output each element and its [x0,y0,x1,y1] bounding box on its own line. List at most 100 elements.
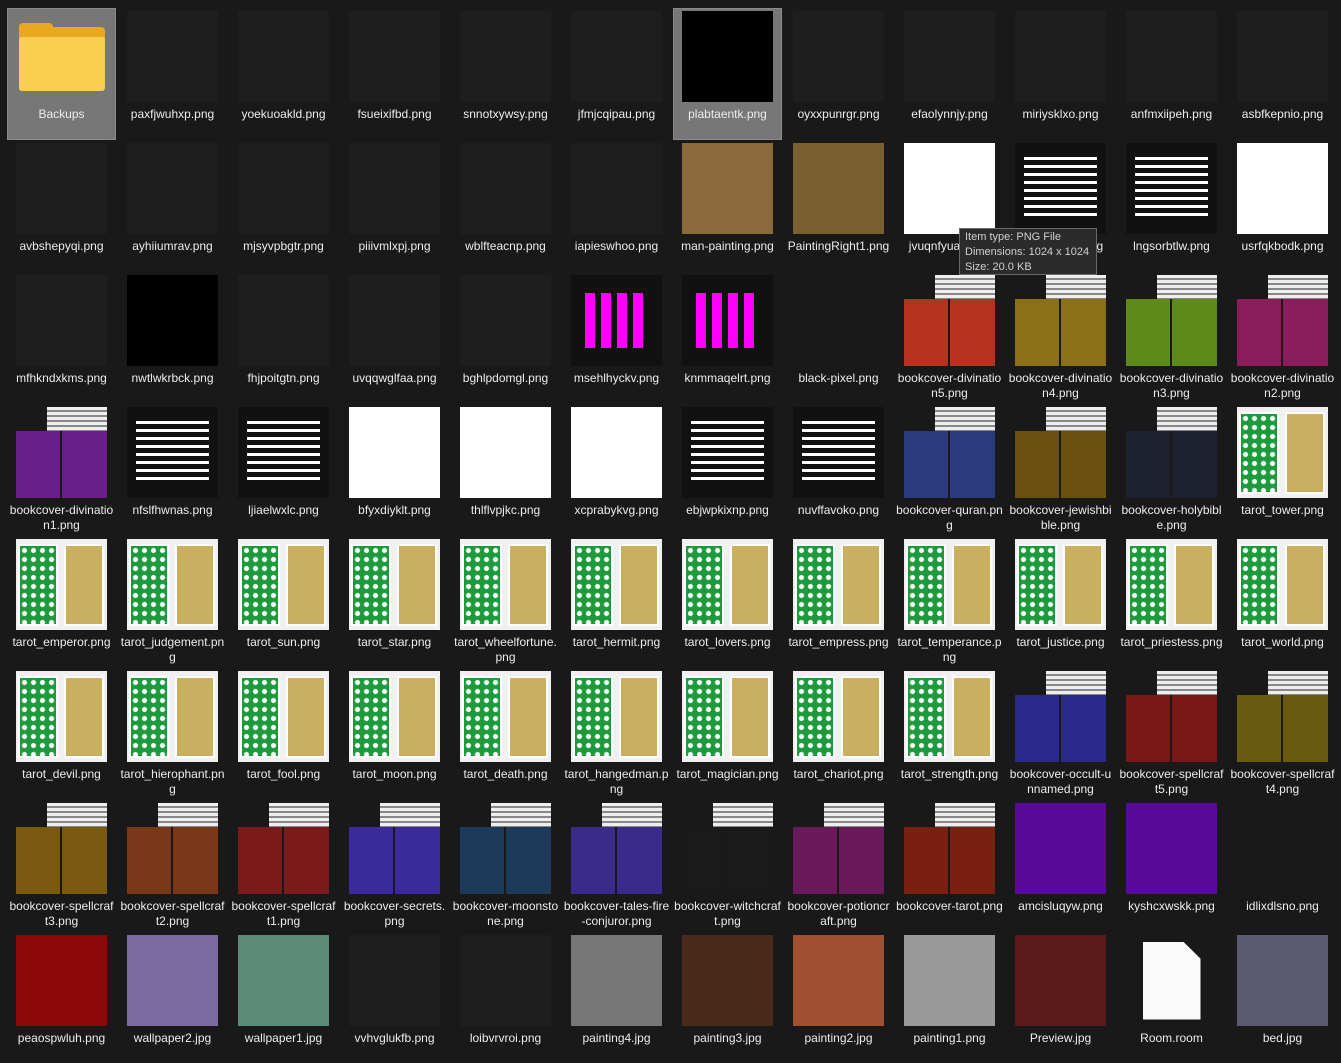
file-item[interactable]: bookcover-spellcraft1.png [230,801,337,931]
file-item[interactable]: bookcover-occult-unnamed.png [1007,669,1114,799]
file-item[interactable]: painting2.jpg [785,933,892,1063]
file-item[interactable]: Preview.jpg [1007,933,1114,1063]
file-item[interactable]: tarot_emperor.png [8,537,115,667]
file-item[interactable]: nuvffavoko.png [785,405,892,535]
file-item[interactable]: ljiaelwxlc.png [230,405,337,535]
file-item[interactable]: tarot_sun.png [230,537,337,667]
file-item[interactable]: tarot_devil.png [8,669,115,799]
file-item[interactable]: mfhkndxkms.png [8,273,115,403]
file-item[interactable]: peaospwluh.png [8,933,115,1063]
file-item[interactable]: iapieswhoo.png [563,141,670,271]
file-item[interactable]: tarot_death.png [452,669,559,799]
file-item[interactable]: tarot_justice.png [1007,537,1114,667]
file-item[interactable]: bookcover-spellcraft3.png [8,801,115,931]
file-item[interactable]: man-painting.png [674,141,781,271]
file-item[interactable]: yoekuoakld.png [230,9,337,139]
file-item[interactable]: tarot_star.png [341,537,448,667]
file-item[interactable]: bookcover-divination2.png [1229,273,1336,403]
file-item[interactable]: tarot_tower.png [1229,405,1336,535]
file-item[interactable]: tarot_moon.png [341,669,448,799]
file-item[interactable]: bookcover-secrets.png [341,801,448,931]
file-item[interactable]: bookcover-tarot.png [896,801,1003,931]
file-item[interactable]: tarot_temperance.png [896,537,1003,667]
file-item[interactable]: kyshcxwskk.png [1118,801,1225,931]
file-item[interactable]: bookcover-moonstone.png [452,801,559,931]
file-item[interactable]: piiivmlxpj.png [341,141,448,271]
file-thumbnail [460,143,551,234]
file-item[interactable]: tarot_empress.png [785,537,892,667]
file-item[interactable]: fhjpoitgtn.png [230,273,337,403]
file-item[interactable]: miriysklxo.png [1007,9,1114,139]
file-item[interactable]: bookcover-spellcraft4.png [1229,669,1336,799]
file-item[interactable]: bookcover-potioncraft.png [785,801,892,931]
file-item[interactable]: jfmjcqipau.png [563,9,670,139]
file-item[interactable]: mjsyvpbgtr.png [230,141,337,271]
file-item[interactable]: bookcover-holybible.png [1118,405,1225,535]
file-item[interactable]: bghlpdomgl.png [452,273,559,403]
file-item[interactable]: bookcover-divination1.png [8,405,115,535]
file-item[interactable]: paxfjwuhxp.png [119,9,226,139]
file-item[interactable]: avbshepyqi.png [8,141,115,271]
file-item[interactable]: fsueixifbd.png [341,9,448,139]
file-item[interactable]: msehlhyckv.png [563,273,670,403]
file-item[interactable]: ayhiiumrav.png [119,141,226,271]
file-item[interactable]: anfmxiipeh.png [1118,9,1225,139]
file-name: miriysklxo.png [1022,107,1099,121]
file-item[interactable]: bookcover-spellcraft2.png [119,801,226,931]
file-item[interactable]: bookcover-spellcraft5.png [1118,669,1225,799]
file-item[interactable]: bookcover-divination3.png [1118,273,1225,403]
file-name: efaolynnjy.png [911,107,988,121]
file-item[interactable]: tarot_strength.png [896,669,1003,799]
file-item[interactable]: uvqqwglfaa.png [341,273,448,403]
file-thumbnail [682,11,773,102]
file-item[interactable]: tarot_lovers.png [674,537,781,667]
file-item[interactable]: painting3.jpg [674,933,781,1063]
file-item[interactable]: painting4.jpg [563,933,670,1063]
file-item[interactable]: vvhvglukfb.png [341,933,448,1063]
file-item[interactable]: amcisluqyw.png [1007,801,1114,931]
file-name: msehlhyckv.png [573,371,660,385]
file-item[interactable]: knmmaqelrt.png [674,273,781,403]
file-item[interactable]: Backups [7,8,116,140]
file-item[interactable]: tarot_judgement.png [119,537,226,667]
file-item[interactable]: nfslfhwnas.png [119,405,226,535]
file-item[interactable]: lngsorbtlw.png [1118,141,1225,271]
file-item[interactable]: usrfqkbodk.png [1229,141,1336,271]
file-item[interactable]: bookcover-divination5.png [896,273,1003,403]
file-item[interactable]: xcprabykvg.png [563,405,670,535]
file-item[interactable]: bookcover-jewishbible.png [1007,405,1114,535]
file-item[interactable]: tarot_wheelfortune.png [452,537,559,667]
file-item[interactable]: bookcover-tales-fire-conjuror.png [563,801,670,931]
file-item[interactable]: thlflvpjkc.png [452,405,559,535]
file-item[interactable]: tarot_priestess.png [1118,537,1225,667]
file-item[interactable]: ebjwpkixnp.png [674,405,781,535]
file-item[interactable]: tarot_fool.png [230,669,337,799]
file-item[interactable]: bfyxdiyklt.png [341,405,448,535]
file-item[interactable]: tarot_world.png [1229,537,1336,667]
file-item[interactable]: loibvrvroi.png [452,933,559,1063]
file-item[interactable]: plabtaentk.png [673,8,782,140]
file-item[interactable]: efaolynnjy.png [896,9,1003,139]
file-item[interactable]: painting1.png [896,933,1003,1063]
file-item[interactable]: tarot_chariot.png [785,669,892,799]
file-item[interactable]: tarot_hangedman.png [563,669,670,799]
file-item[interactable]: tarot_hermit.png [563,537,670,667]
file-item[interactable]: wallpaper2.jpg [119,933,226,1063]
file-item[interactable]: tarot_hierophant.png [119,669,226,799]
file-item[interactable]: black-pixel.png [785,273,892,403]
file-item[interactable]: nwtlwkrbck.png [119,273,226,403]
file-item[interactable]: PaintingRight1.png [785,141,892,271]
file-item[interactable]: Room.room [1118,933,1225,1063]
file-item[interactable]: bookcover-divination4.png [1007,273,1114,403]
file-item[interactable]: bookcover-witchcraft.png [674,801,781,931]
file-item[interactable]: wblfteacnp.png [452,141,559,271]
file-item[interactable]: bookcover-quran.png [896,405,1003,535]
file-item[interactable]: bed.jpg [1229,933,1336,1063]
file-item[interactable]: tarot_magician.png [674,669,781,799]
file-item[interactable]: wallpaper1.jpg [230,933,337,1063]
file-name: tarot_hangedman.png [564,767,669,796]
file-item[interactable]: snnotxywsy.png [452,9,559,139]
file-item[interactable]: asbfkepnio.png [1229,9,1336,139]
file-item[interactable]: idlixdlsno.png [1229,801,1336,931]
file-item[interactable]: oyxxpunrgr.png [785,9,892,139]
